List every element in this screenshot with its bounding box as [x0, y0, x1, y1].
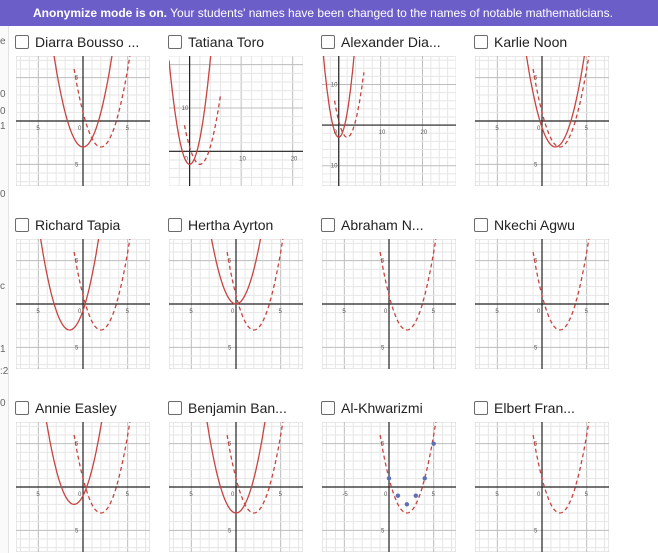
x-tick-label: 20 — [421, 130, 428, 136]
student-card-header: Al-Khwarizmi — [321, 398, 423, 418]
student-select-checkbox[interactable] — [168, 401, 182, 415]
anonymize-banner: Anonymize mode is on. Your students' nam… — [0, 0, 658, 26]
left-edge-char: 1 — [0, 344, 6, 355]
student-name: Richard Tapia — [35, 217, 121, 233]
student-graph-thumbnail[interactable]: 5 0 555 — [16, 239, 150, 369]
plotted-point — [395, 493, 401, 498]
plotted-point — [422, 476, 427, 481]
left-edge-char: c — [0, 281, 5, 292]
left-edge-char: 0 — [0, 189, 6, 200]
student-graph-thumbnail[interactable]: 5 0 555 — [322, 239, 456, 369]
banner-bold-text: Anonymize mode is on. — [33, 6, 168, 20]
student-select-checkbox[interactable] — [15, 35, 29, 49]
student-card-header: Benjamin Ban... — [168, 398, 287, 418]
student-graph-thumbnail[interactable]: 5 0 555 — [475, 239, 609, 369]
student-select-checkbox[interactable] — [321, 401, 335, 415]
left-edge-char: 0 — [0, 89, 6, 100]
student-graph-thumbnail[interactable]: 0 10 2010 — [169, 56, 303, 186]
student-name: Annie Easley — [35, 400, 117, 416]
student-select-checkbox[interactable] — [168, 35, 182, 49]
student-card-header: Nkechi Agwu — [474, 215, 575, 235]
student-card-header: Abraham N... — [321, 215, 423, 235]
student-card-header: Hertha Ayrton — [168, 215, 273, 235]
plotted-point — [431, 441, 436, 446]
left-edge-char: 0 — [0, 398, 6, 409]
student-graph-thumbnail[interactable]: 0 10 201010 — [322, 56, 456, 186]
student-card-header: Diarra Bousso ... — [15, 32, 139, 52]
student-select-checkbox[interactable] — [474, 35, 488, 49]
student-card-header: Karlie Noon — [474, 32, 567, 52]
student-name: Hertha Ayrton — [188, 217, 274, 233]
y-tick-label: 10 — [331, 82, 338, 88]
plotted-point — [386, 476, 392, 481]
y-tick-label: 10 — [182, 106, 189, 112]
student-card-header: Alexander Dia... — [321, 32, 441, 52]
student-name: Alexander Dia... — [341, 34, 441, 50]
student-select-checkbox[interactable] — [321, 218, 335, 232]
student-name: Diarra Bousso ... — [35, 34, 140, 50]
student-card-header: Elbert Fran... — [474, 398, 575, 418]
student-name: Abraham N... — [341, 217, 424, 233]
student-name: Karlie Noon — [494, 34, 568, 50]
x-tick-label: 10 — [379, 130, 386, 136]
student-name: Al-Khwarizmi — [341, 400, 423, 416]
student-graph-thumbnail[interactable]: 5 0 555 — [16, 56, 150, 186]
left-edge-char: 1 — [0, 121, 6, 132]
student-select-checkbox[interactable] — [474, 218, 488, 232]
left-edge-char: :2 — [0, 366, 9, 377]
banner-text: Your students' names have been changed t… — [167, 6, 613, 20]
student-name: Nkechi Agwu — [494, 217, 575, 233]
student-graph-thumbnail[interactable]: 5 0 555 — [169, 239, 303, 369]
student-select-checkbox[interactable] — [15, 218, 29, 232]
student-graph-thumbnail[interactable]: 5 0 555 — [169, 422, 303, 552]
student-select-checkbox[interactable] — [15, 401, 29, 415]
y-tick-label: 10 — [331, 164, 338, 170]
left-panel-edge: e 0 0 1 0 c 1 :2 0 — [0, 26, 9, 553]
student-name: Tatiana Toro — [188, 34, 265, 50]
student-select-checkbox[interactable] — [474, 401, 488, 415]
plotted-point — [413, 493, 418, 498]
x-tick-label: 10 — [239, 156, 246, 162]
student-card-header: Annie Easley — [15, 398, 117, 418]
x-tick-label: 20 — [291, 156, 298, 162]
student-name: Elbert Fran... — [494, 400, 575, 416]
student-graph-thumbnail[interactable]: 5 0 555 — [475, 56, 609, 186]
student-name: Benjamin Ban... — [188, 400, 287, 416]
student-graph-thumbnail[interactable]: 0-50555 — [322, 422, 456, 552]
student-graph-thumbnail[interactable]: 5 0 555 — [16, 422, 150, 552]
plotted-point — [404, 502, 410, 507]
left-edge-char: 0 — [0, 106, 6, 117]
student-select-checkbox[interactable] — [321, 35, 335, 49]
student-graph-thumbnail[interactable]: 5 0 555 — [475, 422, 609, 552]
student-select-checkbox[interactable] — [168, 218, 182, 232]
left-edge-char: e — [0, 36, 6, 47]
student-card-header: Tatiana Toro — [168, 32, 264, 52]
x-tick-label: -5 — [342, 492, 348, 498]
student-card-header: Richard Tapia — [15, 215, 120, 235]
